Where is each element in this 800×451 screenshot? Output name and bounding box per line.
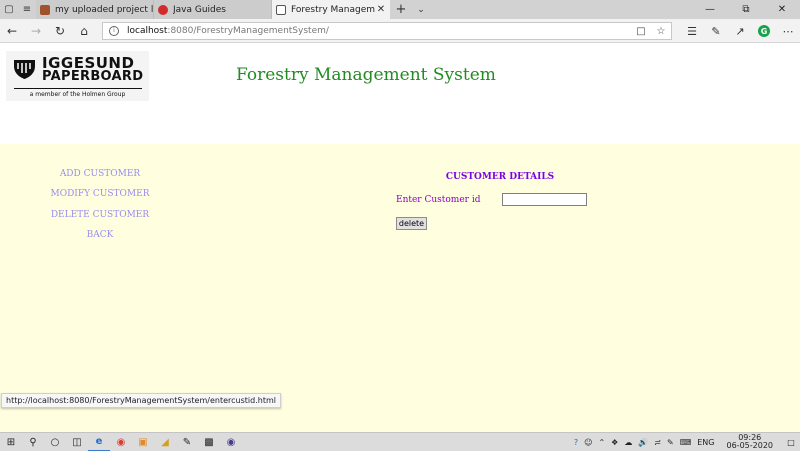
notepad-icon[interactable]: ✎ — [176, 433, 198, 451]
tray-chevron-up-icon[interactable]: ⌃ — [595, 438, 608, 447]
url-host: localhost — [127, 26, 168, 36]
home-icon[interactable]: ⌂ — [72, 24, 96, 38]
close-window-icon[interactable]: ✕ — [764, 0, 800, 19]
iggesund-logo: IGGESUND PAPERBOARD a member of the Holm… — [6, 51, 149, 101]
pen-icon[interactable]: ✎ — [704, 25, 728, 38]
address-bar[interactable]: i localhost:8080/ForestryManagementSyste… — [102, 22, 672, 40]
share-icon[interactable]: ↗ — [728, 25, 752, 38]
cortana-icon[interactable]: ○ — [44, 433, 66, 451]
system-tray: ? ☺ ⌃ ❖ ☁ 🔊 ≓ ✎ ⌨ ENG 09:26 06-05-2020 □ — [571, 433, 800, 451]
customer-details-heading: CUSTOMER DETAILS — [445, 172, 555, 182]
chrome-icon[interactable]: ◉ — [110, 433, 132, 451]
pen-tray-icon[interactable]: ✎ — [664, 438, 677, 447]
tab-preview-icon[interactable]: ≡ — [18, 0, 36, 19]
volume-icon[interactable]: 🔊 — [635, 438, 651, 447]
page-title: Forestry Management System — [236, 65, 496, 85]
back-link[interactable]: BACK — [0, 230, 200, 240]
terminal-icon[interactable]: ▩ — [198, 433, 220, 451]
taskbar: ⊞ ⚲ ○ ◫ e ◉ ▣ ◢ ✎ ▩ ◉ ? ☺ ⌃ ❖ ☁ 🔊 ≓ ✎ ⌨ … — [0, 432, 800, 451]
customer-id-input[interactable] — [502, 193, 587, 206]
restore-icon[interactable]: ⧉ — [728, 0, 764, 19]
minimize-icon[interactable]: — — [692, 0, 728, 19]
tab-actions-icon[interactable]: ▢ — [0, 0, 18, 19]
tab-menu-chevron-icon[interactable]: ⌄ — [412, 0, 430, 19]
tab-favicon-icon — [40, 4, 50, 15]
tab-project-list[interactable]: my uploaded project list.do — [36, 0, 154, 19]
more-menu-icon[interactable]: ⋯ — [776, 25, 800, 38]
search-icon[interactable]: ⚲ — [22, 433, 44, 451]
eclipse-icon[interactable]: ◉ — [220, 433, 242, 451]
tab-title: Forestry Management S — [291, 4, 375, 15]
delete-customer-link[interactable]: DELETE CUSTOMER — [0, 210, 200, 220]
navigation-bar: ← → ↻ ⌂ i localhost:8080/ForestryManagem… — [0, 19, 800, 43]
keyboard-icon[interactable]: ⌨ — [677, 438, 695, 447]
app-icon[interactable]: ▣ — [132, 433, 154, 451]
task-view-icon[interactable]: ◫ — [66, 433, 88, 451]
help-icon[interactable]: ? — [571, 438, 581, 447]
wifi-icon[interactable]: ≓ — [651, 438, 664, 447]
add-customer-link[interactable]: ADD CUSTOMER — [0, 169, 200, 179]
tab-title: my uploaded project list.do — [55, 4, 153, 15]
back-icon[interactable]: ← — [0, 24, 24, 38]
clock[interactable]: 09:26 06-05-2020 — [718, 434, 783, 450]
clock-date: 06-05-2020 — [726, 441, 774, 450]
people-icon[interactable]: ☺ — [581, 438, 595, 447]
tab-forestry-management[interactable]: Forestry Management S ✕ — [272, 0, 390, 19]
tab-java-guides[interactable]: Java Guides — [154, 0, 272, 19]
main-content: ADD CUSTOMER MODIFY CUSTOMER DELETE CUST… — [0, 144, 800, 432]
dropbox-icon[interactable]: ❖ — [608, 438, 621, 447]
url-path: :8080/ForestryManagementSystem/ — [167, 26, 329, 36]
favorites-list-icon[interactable]: ☰ — [680, 25, 704, 38]
modify-customer-link[interactable]: MODIFY CUSTOMER — [0, 189, 200, 199]
status-url-tooltip: http://localhost:8080/ForestryManagement… — [1, 393, 281, 408]
notifications-icon[interactable]: □ — [782, 438, 800, 447]
tab-favicon-icon — [158, 4, 168, 15]
logo-tagline: a member of the Holmen Group — [29, 91, 126, 98]
page-favicon-icon — [276, 4, 286, 15]
new-tab-button[interactable]: + — [390, 0, 412, 19]
windows-start-icon[interactable]: ⊞ — [0, 433, 22, 451]
forward-icon[interactable]: → — [24, 24, 48, 38]
refresh-icon[interactable]: ↻ — [48, 24, 72, 38]
logo-divider — [14, 88, 142, 89]
delete-button[interactable]: delete — [396, 217, 427, 230]
customer-id-label: Enter Customer id — [396, 195, 481, 205]
onedrive-icon[interactable]: ☁ — [621, 438, 635, 447]
logo-text-bottom: PAPERBOARD — [42, 69, 144, 84]
edge-browser-icon[interactable]: e — [88, 433, 110, 451]
favorite-star-icon[interactable]: ☆ — [651, 26, 671, 37]
tab-title: Java Guides — [173, 4, 226, 15]
logo-mark-icon — [14, 60, 35, 79]
file-explorer-icon[interactable]: ◢ — [154, 433, 176, 451]
close-tab-icon[interactable]: ✕ — [375, 4, 387, 15]
reading-view-icon[interactable]: □ — [631, 26, 651, 37]
tab-strip: ▢ ≡ my uploaded project list.do Java Gui… — [0, 0, 800, 19]
grammarly-extension-icon[interactable]: G — [758, 25, 770, 37]
page-header: IGGESUND PAPERBOARD a member of the Holm… — [0, 43, 800, 144]
site-info-icon[interactable]: i — [109, 26, 119, 36]
language-indicator[interactable]: ENG — [694, 438, 717, 447]
